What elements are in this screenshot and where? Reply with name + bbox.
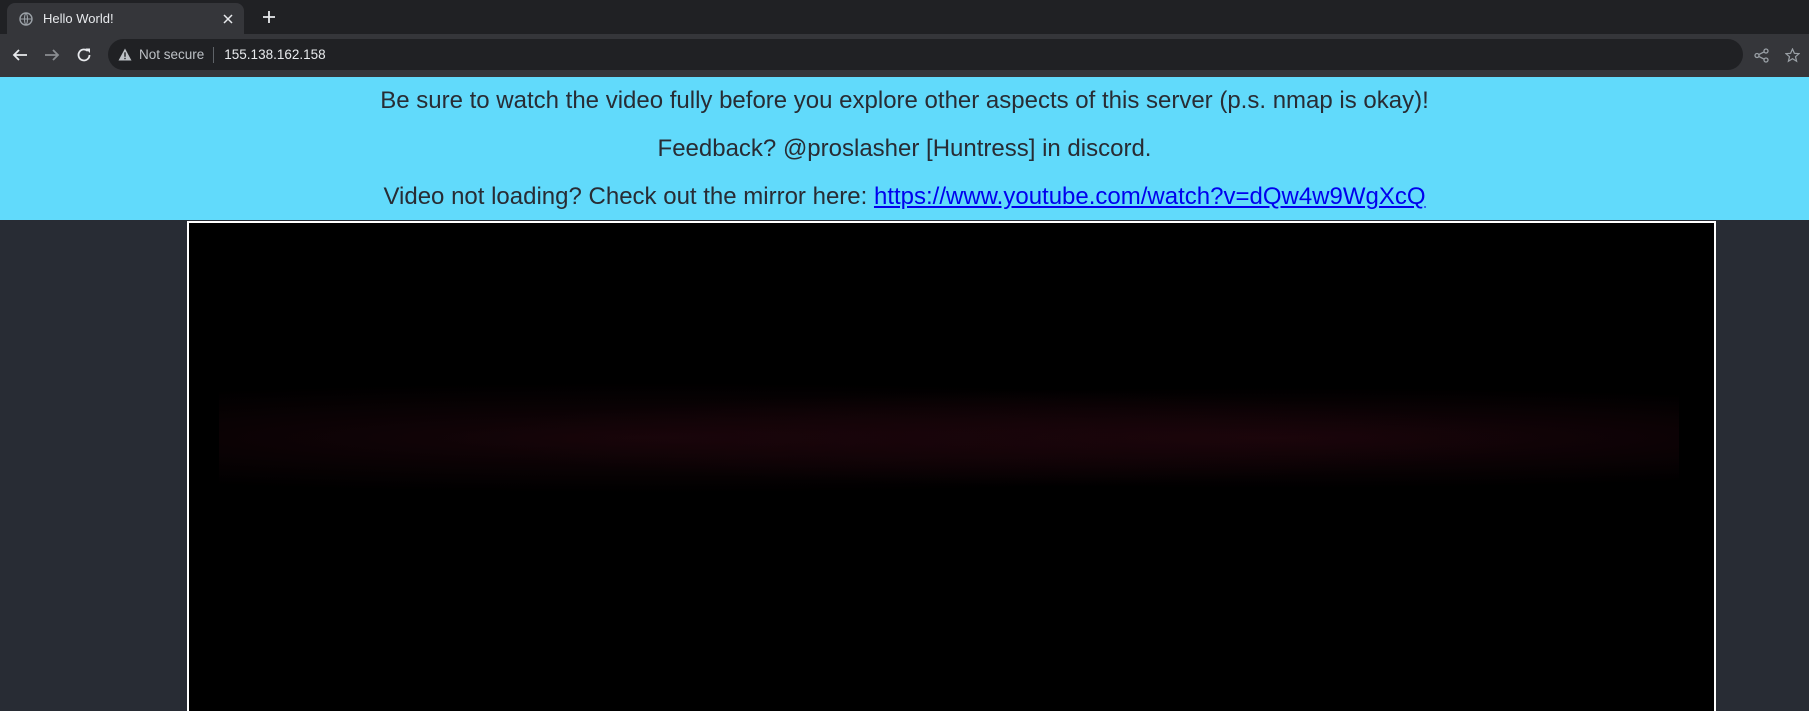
star-icon: [1784, 47, 1800, 62]
mirror-link[interactable]: https://www.youtube.com/watch?v=dQw4w9Wg…: [874, 183, 1426, 210]
share-button[interactable]: [1750, 44, 1772, 66]
info-banner: Be sure to watch the video fully before …: [0, 77, 1809, 220]
security-label[interactable]: Not secure: [139, 47, 204, 62]
reload-button[interactable]: [73, 44, 95, 66]
mirror-notice: Video not loading? Check out the mirror …: [0, 183, 1809, 211]
mirror-prefix: Video not loading? Check out the mirror …: [383, 183, 874, 210]
warning-icon[interactable]: [117, 47, 133, 63]
plus-icon: [263, 11, 275, 23]
back-button[interactable]: [9, 44, 31, 66]
arrow-right-icon: [45, 49, 60, 61]
watch-video-notice: Be sure to watch the video fully before …: [380, 87, 1429, 114]
tab-hello-world[interactable]: Hello World!: [7, 3, 244, 34]
video-frame: [219, 373, 1679, 503]
url-text[interactable]: 155.138.162.158: [224, 47, 325, 62]
forward-button[interactable]: [41, 44, 63, 66]
share-icon: [1753, 47, 1769, 63]
reload-icon: [77, 48, 91, 62]
tab-strip: Hello World!: [0, 0, 1809, 34]
new-tab-button[interactable]: [258, 6, 280, 28]
bookmark-button[interactable]: [1781, 44, 1803, 66]
divider: [213, 46, 215, 63]
tab-title: Hello World!: [43, 11, 114, 26]
feedback-notice: Feedback? @proslasher [Huntress] in disc…: [657, 135, 1152, 162]
page-viewport: Be sure to watch the video fully before …: [0, 77, 1809, 711]
video-player[interactable]: [187, 221, 1716, 711]
address-bar[interactable]: Not secure 155.138.162.158: [108, 39, 1743, 70]
browser-toolbar: Not secure 155.138.162.158: [0, 34, 1809, 77]
globe-icon: [19, 11, 33, 26]
arrow-left-icon: [12, 49, 27, 61]
close-icon[interactable]: [218, 9, 238, 29]
